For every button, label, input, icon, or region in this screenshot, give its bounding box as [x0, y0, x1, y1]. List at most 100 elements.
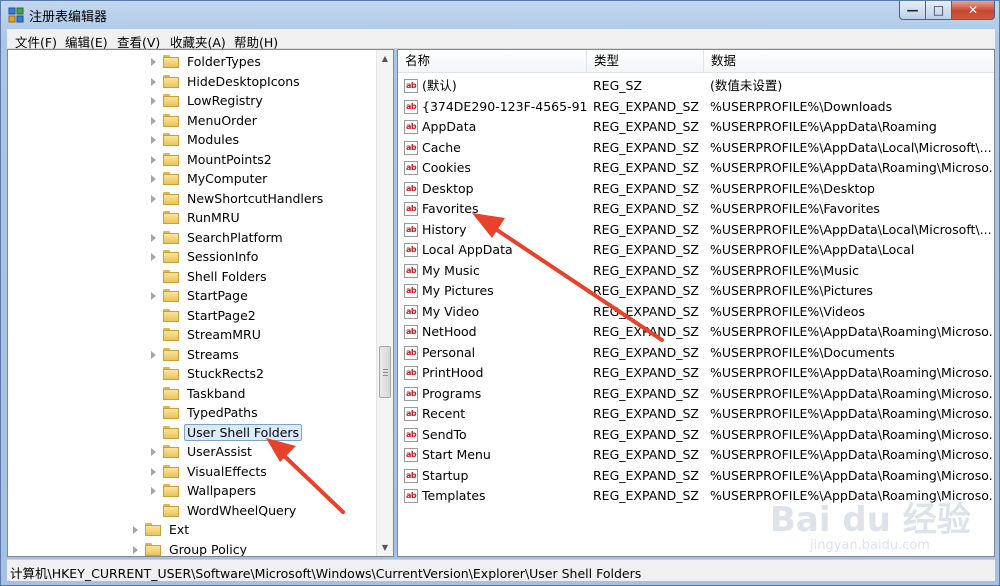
expand-arrow-icon[interactable]: [149, 350, 158, 359]
tree-item[interactable]: Taskband: [149, 384, 248, 403]
folder-icon: [163, 230, 179, 244]
folder-icon: [163, 367, 179, 380]
tree-item[interactable]: Modules: [149, 130, 242, 149]
tree-item[interactable]: LowRegistry: [149, 91, 266, 110]
expand-arrow-icon[interactable]: [149, 194, 158, 203]
value-type: REG_EXPAND_SZ: [593, 283, 699, 298]
tree-item-label: WordWheelQuery: [187, 502, 297, 518]
folder-icon: [163, 191, 179, 205]
value-type: REG_EXPAND_SZ: [593, 221, 699, 237]
tree-item[interactable]: StartPage: [149, 286, 251, 305]
value-type: REG_EXPAND_SZ: [593, 426, 699, 442]
tree-item[interactable]: MyComputer: [149, 169, 270, 188]
value-row[interactable]: ab PrintHood REG_EXPAND_SZ %USERPROFILE%\Ap…: [398, 363, 994, 383]
value-row[interactable]: ab AppData REG_EXPAND_SZ %USERPROFILE%\AppD…: [398, 117, 994, 137]
column-header-name[interactable]: 名称: [398, 50, 587, 72]
expand-arrow-icon[interactable]: [149, 447, 158, 456]
column-header-type[interactable]: 类型: [587, 50, 704, 72]
expand-arrow-icon[interactable]: [149, 135, 158, 144]
tree-item[interactable]: SessionInfo: [149, 247, 261, 266]
value-row[interactable]: ab SendTo REG_EXPAND_SZ %USERPROFILE%\AppDa…: [398, 425, 994, 445]
tree-item[interactable]: WordWheelQuery: [149, 501, 299, 520]
string-value-icon: ab: [404, 202, 418, 216]
expand-arrow-icon[interactable]: [149, 57, 158, 66]
tree-item[interactable]: StuckRects2: [149, 364, 267, 383]
menu-bar: 文件(F) 编辑(E) 查看(V) 收藏夹(A) 帮助(H): [7, 29, 995, 50]
expand-arrow-icon[interactable]: [149, 233, 158, 242]
value-row[interactable]: ab Favorites REG_EXPAND_SZ %USERPROFILE%\Fa…: [398, 199, 994, 219]
expand-arrow-icon[interactable]: [149, 96, 158, 105]
value-name: SendTo: [422, 426, 467, 442]
expand-arrow-icon[interactable]: [149, 116, 158, 125]
expand-arrow-icon[interactable]: [149, 291, 158, 300]
value-row[interactable]: ab (默认) REG_SZ (数值未设置): [398, 76, 994, 96]
scroll-thumb[interactable]: [379, 346, 391, 398]
expand-arrow-icon[interactable]: [131, 525, 140, 534]
value-data: %USERPROFILE%\AppData\Roaming\Microso...: [710, 324, 994, 339]
tree-item[interactable]: StreamMRU: [149, 325, 264, 344]
tree-item-label: SessionInfo: [187, 249, 259, 264]
tree-item[interactable]: MenuOrder: [149, 111, 260, 130]
baidu-watermark: Bai du 经验: [770, 500, 971, 540]
expand-arrow-icon[interactable]: [149, 252, 158, 261]
tree-item-label: Wallpapers: [187, 483, 257, 498]
title-bar[interactable]: 注册表编辑器 — □ ✕: [1, 1, 999, 29]
value-row[interactable]: ab My Video REG_EXPAND_SZ %USERPROFILE%\Vid…: [398, 302, 994, 322]
expand-arrow-icon[interactable]: [149, 467, 158, 476]
scroll-down-icon[interactable]: ▼: [377, 539, 393, 556]
value-row[interactable]: ab Startup REG_EXPAND_SZ %USERPROFILE%\AppD…: [398, 466, 994, 486]
value-row[interactable]: ab Personal REG_EXPAND_SZ %USERPROFILE%\Doc…: [398, 343, 994, 363]
value-row[interactable]: ab Cookies REG_EXPAND_SZ %USERPROFILE%\AppD…: [398, 158, 994, 178]
tree-item[interactable]: Ext: [131, 520, 192, 539]
value-name: Startup: [422, 467, 469, 483]
tree-item[interactable]: HideDesktopIcons: [149, 72, 303, 91]
maximize-button[interactable]: □: [926, 1, 952, 20]
string-value-icon: ab: [404, 448, 418, 462]
expand-arrow-icon[interactable]: [131, 545, 140, 554]
minimize-button[interactable]: —: [899, 1, 926, 20]
key-tree-pane[interactable]: FolderTypes HideDesktopIcons LowRegistry Me…: [7, 49, 394, 557]
tree-item[interactable]: Wallpapers: [149, 481, 259, 500]
value-row[interactable]: ab Start Menu REG_EXPAND_SZ %USERPROFILE%\A…: [398, 445, 994, 465]
column-header-data[interactable]: 数据: [704, 50, 994, 72]
expand-arrow-icon[interactable]: [149, 155, 158, 164]
value-row[interactable]: ab My Music REG_EXPAND_SZ %USERPROFILE%\Mus…: [398, 261, 994, 281]
string-value-icon: ab: [404, 489, 418, 503]
string-value-icon: ab: [404, 243, 418, 257]
tree-item-label: StartPage: [187, 288, 248, 303]
expand-arrow-icon[interactable]: [149, 486, 158, 495]
tree-item[interactable]: NewShortcutHandlers: [149, 189, 326, 208]
value-row[interactable]: ab Programs REG_EXPAND_SZ %USERPROFILE%\App…: [398, 384, 994, 404]
value-row[interactable]: ab History REG_EXPAND_SZ %USERPROFILE%\AppD…: [398, 220, 994, 240]
tree-item[interactable]: Streams: [149, 345, 242, 364]
string-value-icon: ab: [404, 140, 418, 155]
value-row[interactable]: ab Recent REG_EXPAND_SZ %USERPROFILE%\AppDa…: [398, 404, 994, 424]
value-data: %USERPROFILE%\AppData\Roaming\Microso...: [710, 406, 994, 421]
tree-item[interactable]: Shell Folders: [149, 267, 270, 286]
tree-item[interactable]: TypedPaths: [149, 403, 261, 422]
scroll-up-icon[interactable]: ▲: [377, 50, 393, 67]
values-list-pane[interactable]: 名称 类型 数据 ab (默认) REG_SZ (数值未设置) ab {374DE290-…: [397, 49, 995, 557]
tree-item[interactable]: SearchPlatform: [149, 228, 286, 247]
value-row[interactable]: ab Local AppData REG_EXPAND_SZ %USERPROFILE…: [398, 240, 994, 260]
tree-item-label: UserAssist: [187, 444, 252, 459]
tree-item[interactable]: FolderTypes: [149, 52, 264, 71]
folder-icon: [145, 523, 161, 536]
tree-vertical-scrollbar[interactable]: ▲ ▼: [376, 50, 393, 556]
value-row[interactable]: ab My Pictures REG_EXPAND_SZ %USERPROFILE%\…: [398, 281, 994, 301]
tree-item[interactable]: VisualEffects: [149, 462, 270, 481]
tree-item[interactable]: UserAssist: [149, 442, 255, 461]
value-row[interactable]: ab NetHood REG_EXPAND_SZ %USERPROFILE%\AppD…: [398, 322, 994, 342]
tree-item[interactable]: User Shell Folders: [149, 423, 303, 442]
value-row[interactable]: ab Cache REG_EXPAND_SZ %USERPROFILE%\AppDat…: [398, 138, 994, 158]
expand-arrow-icon[interactable]: [149, 174, 158, 183]
tree-item[interactable]: StartPage2: [149, 306, 259, 325]
value-row[interactable]: ab {374DE290-123F-4565-916... REG_EXPAND_S…: [398, 97, 994, 117]
tree-item[interactable]: Group Policy: [131, 540, 250, 556]
close-button[interactable]: ✕: [952, 1, 995, 20]
value-row[interactable]: ab Desktop REG_EXPAND_SZ %USERPROFILE%\Desk…: [398, 179, 994, 199]
tree-item[interactable]: MountPoints2: [149, 150, 275, 169]
string-value-icon: ab: [404, 79, 418, 93]
tree-item[interactable]: RunMRU: [149, 208, 243, 227]
expand-arrow-icon[interactable]: [149, 77, 158, 86]
